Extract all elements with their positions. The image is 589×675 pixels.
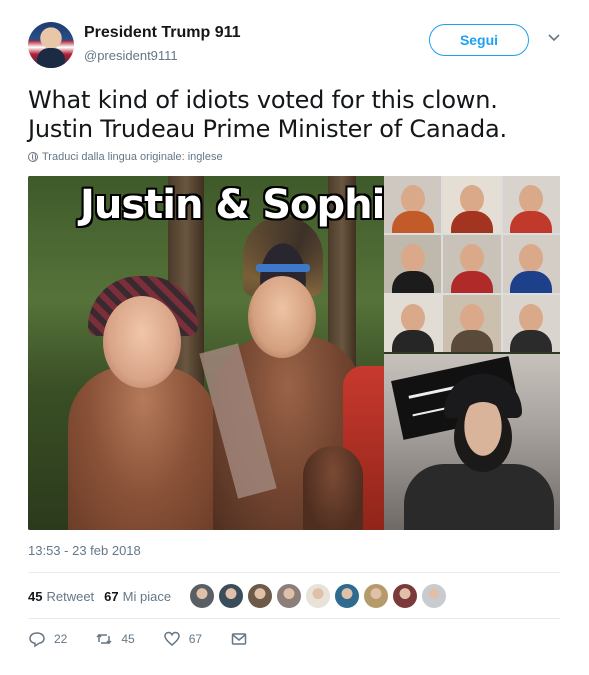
follow-button[interactable]: Segui bbox=[429, 24, 529, 56]
translate-link[interactable]: Traduci dalla lingua originale: inglese bbox=[28, 151, 223, 163]
author-avatar[interactable] bbox=[28, 22, 74, 68]
liker-avatars bbox=[189, 583, 450, 609]
face-middle bbox=[248, 276, 316, 358]
bottom-photo bbox=[384, 354, 560, 530]
retweet-button[interactable]: 45 bbox=[95, 630, 135, 648]
liker-avatar[interactable] bbox=[421, 583, 448, 609]
main-photo: Justin & Sophie bbox=[28, 176, 411, 530]
media-overlay-title: Justin & Sophie bbox=[80, 182, 411, 228]
face-left bbox=[103, 296, 181, 388]
face-bottom-right bbox=[454, 402, 512, 472]
heart-icon bbox=[163, 631, 180, 646]
divider-top bbox=[28, 572, 560, 573]
tweet-timestamp[interactable]: 13:53 - 23 feb 2018 bbox=[28, 543, 141, 558]
like-stat[interactable]: 67 Mi piace bbox=[104, 589, 171, 604]
message-icon bbox=[231, 633, 247, 645]
retweet-stat[interactable]: 45 Retweet bbox=[28, 589, 94, 604]
liker-avatar[interactable] bbox=[305, 583, 332, 609]
liker-avatar[interactable] bbox=[276, 583, 303, 609]
chevron-down-icon[interactable] bbox=[548, 32, 560, 44]
reply-icon bbox=[29, 632, 45, 648]
retweet-count: 45 bbox=[28, 588, 43, 604]
liker-avatar[interactable] bbox=[334, 583, 361, 609]
liker-avatar[interactable] bbox=[218, 583, 245, 609]
tweet-line-2: Justin Trudeau Prime Minister of Canada. bbox=[28, 115, 507, 143]
direct-message-button[interactable] bbox=[230, 630, 256, 648]
like-count: 67 bbox=[104, 588, 119, 604]
liker-avatar[interactable] bbox=[363, 583, 390, 609]
like-button[interactable]: 67 bbox=[163, 630, 202, 648]
tweet-line-1: What kind of idiots voted for this clown… bbox=[28, 86, 498, 114]
like-label: Mi piace bbox=[122, 588, 172, 604]
photo-collage-grid bbox=[384, 176, 560, 352]
retweet-action-count: 45 bbox=[121, 632, 135, 646]
tweet-header: President Trump 911 @president9111 Segui bbox=[28, 20, 568, 72]
author-name[interactable]: President Trump 911 bbox=[84, 24, 241, 42]
like-action-count: 67 bbox=[188, 632, 203, 646]
translate-label: Traduci dalla lingua originale: inglese bbox=[42, 151, 223, 163]
tweet-stats: 45 Retweet 67 Mi piace bbox=[28, 580, 450, 612]
liker-avatar[interactable] bbox=[247, 583, 274, 609]
liker-avatar[interactable] bbox=[189, 583, 216, 609]
reply-button[interactable]: 22 bbox=[28, 630, 67, 648]
tweet-actions: 22 45 67 bbox=[28, 630, 284, 648]
tweet-text: What kind of idiots voted for this clown… bbox=[28, 86, 568, 144]
divider-bottom bbox=[28, 618, 560, 619]
retweet-icon bbox=[96, 633, 112, 645]
liker-avatar[interactable] bbox=[392, 583, 419, 609]
retweet-label: Retweet bbox=[46, 588, 95, 604]
globe-icon bbox=[28, 152, 38, 162]
tweet-media[interactable]: Justin & Sophie bbox=[28, 176, 560, 530]
author-handle[interactable]: @president9111 bbox=[84, 48, 178, 63]
reply-count: 22 bbox=[54, 632, 68, 646]
